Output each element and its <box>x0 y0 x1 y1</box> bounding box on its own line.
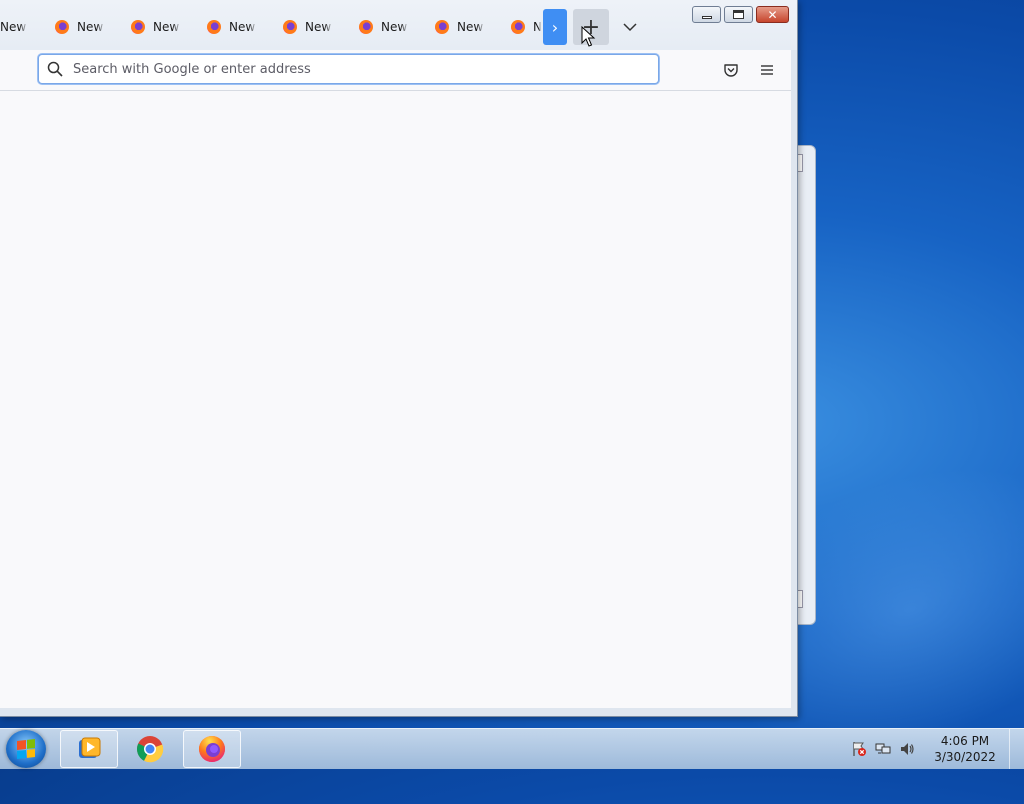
tab-label: New Tab <box>381 20 409 34</box>
firefox-window: New Tab New Tab New Tab New Tab New Tab … <box>0 0 798 717</box>
firefox-favicon-icon <box>207 20 221 34</box>
page-content[interactable] <box>0 91 791 708</box>
minimize-icon <box>701 15 712 19</box>
volume-icon <box>901 743 914 755</box>
mouse-cursor-icon <box>581 26 596 47</box>
address-input[interactable] <box>71 60 658 78</box>
tab-label: New Tab <box>533 20 541 34</box>
tab-label: New Tab <box>0 20 28 34</box>
taskbar-media-player[interactable] <box>60 730 118 768</box>
chevron-down-icon <box>623 23 637 32</box>
pocket-icon <box>724 64 738 77</box>
network-icon <box>875 743 891 754</box>
chrome-icon <box>136 736 164 763</box>
tab[interactable]: New Tab <box>55 13 105 41</box>
app-menu-button[interactable] <box>757 60 777 80</box>
tab[interactable]: New Tab <box>283 13 333 41</box>
tab[interactable]: New Tab <box>511 13 541 41</box>
tab-scroll-right-button[interactable]: › <box>543 9 567 45</box>
tab-label: New Tab <box>229 20 257 34</box>
navigation-toolbar <box>0 50 791 91</box>
firefox-favicon-icon <box>131 20 145 34</box>
taskbar: 4:06 PM 3/30/2022 <box>0 728 1024 769</box>
tab[interactable]: New Tab <box>359 13 409 41</box>
tab[interactable]: New Tab <box>0 13 28 41</box>
windows-media-player-icon <box>79 737 101 758</box>
taskbar-clock[interactable]: 4:06 PM 3/30/2022 <box>925 733 1005 765</box>
taskbar-firefox[interactable] <box>183 730 241 768</box>
action-center-icon <box>853 742 866 756</box>
search-icon <box>47 61 63 77</box>
tab-label: New Tab <box>305 20 333 34</box>
restore-icon <box>733 10 744 19</box>
tab[interactable]: New Tab <box>131 13 181 41</box>
firefox-favicon-icon <box>55 20 69 34</box>
tab[interactable]: New Tab <box>435 13 485 41</box>
firefox-favicon-icon <box>283 20 297 34</box>
close-button[interactable]: ✕ <box>756 6 789 23</box>
minimize-button[interactable] <box>692 6 721 23</box>
system-tray: 4:06 PM 3/30/2022 <box>847 729 1024 769</box>
start-button[interactable] <box>6 730 46 768</box>
clock-date: 3/30/2022 <box>934 750 996 764</box>
list-all-tabs-button[interactable] <box>616 14 644 40</box>
window-caption-buttons: ✕ <box>692 6 789 23</box>
tab-label: New Tab <box>153 20 181 34</box>
taskbar-chrome[interactable] <box>121 730 179 768</box>
maximize-button[interactable] <box>724 6 753 23</box>
clock-time: 4:06 PM <box>940 734 990 748</box>
firefox-icon <box>199 736 225 762</box>
show-desktop-button[interactable] <box>1009 729 1024 769</box>
firefox-favicon-icon <box>435 20 449 34</box>
windows-logo-icon <box>17 739 35 759</box>
network-button[interactable] <box>874 740 892 758</box>
tab-strip: New Tab New Tab New Tab New Tab New Tab … <box>0 0 797 50</box>
tab-label: New Tab <box>77 20 105 34</box>
chevron-right-icon: › <box>551 17 559 37</box>
firefox-favicon-icon <box>511 20 525 34</box>
close-icon: ✕ <box>767 7 778 22</box>
firefox-favicon-icon <box>359 20 373 34</box>
url-bar[interactable] <box>38 54 659 84</box>
menu-icon <box>761 65 773 75</box>
action-center-button[interactable] <box>850 740 868 758</box>
pocket-button[interactable] <box>721 60 741 80</box>
tab-label: New Tab <box>457 20 485 34</box>
volume-button[interactable] <box>898 740 916 758</box>
tab[interactable]: New Tab <box>207 13 257 41</box>
